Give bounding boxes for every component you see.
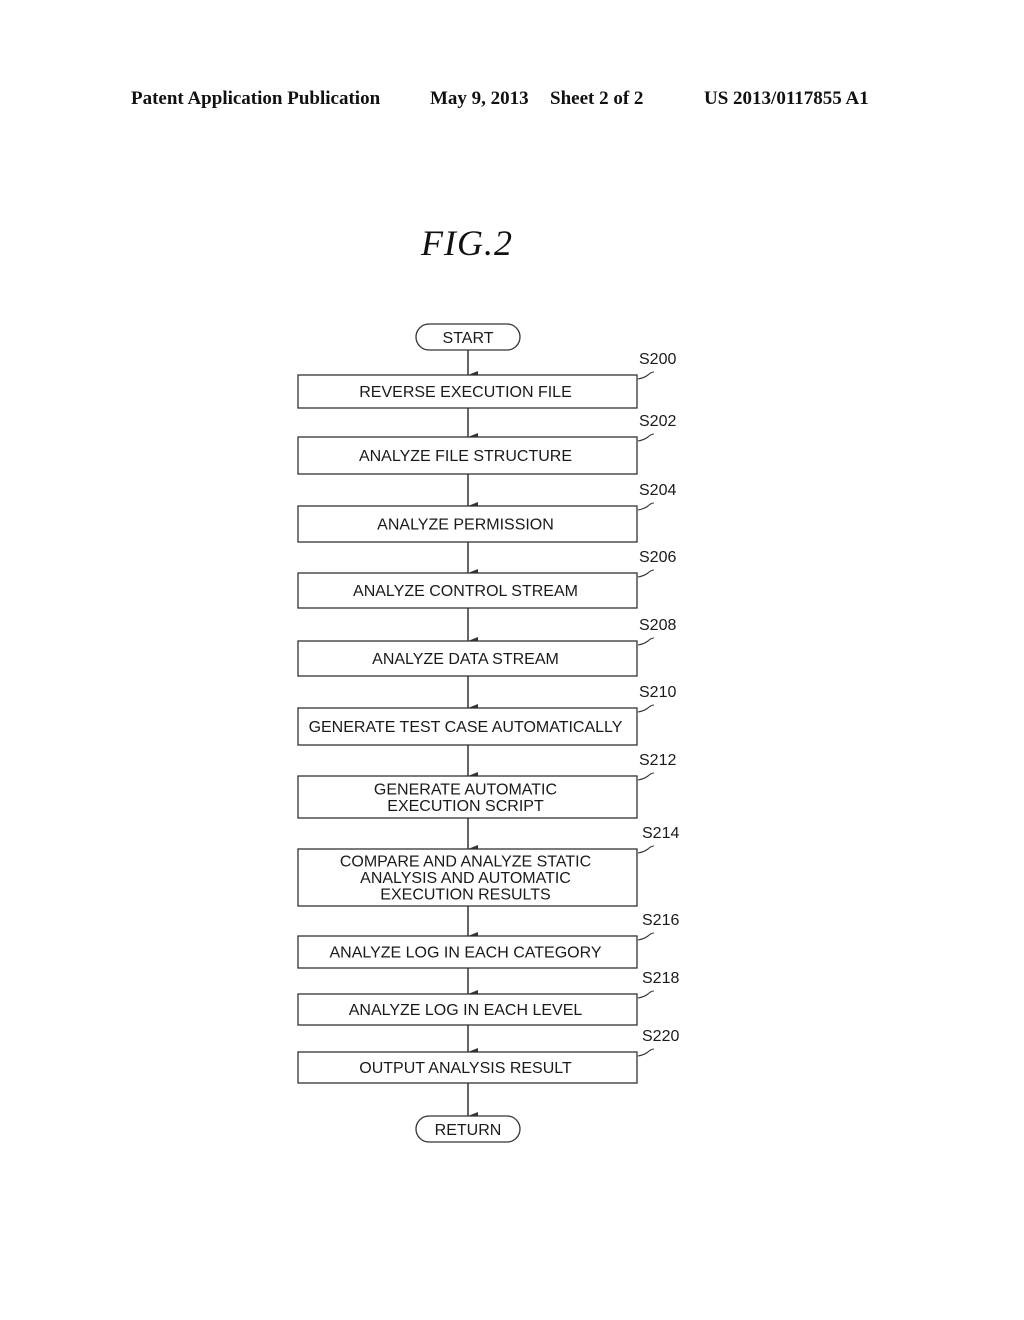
step-ref-s206: S206 [639,549,676,566]
step-text: COMPARE AND ANALYZE STATIC [340,854,591,871]
return-terminal-label: RETURN [435,1122,502,1139]
step-text: ANALYZE FILE STRUCTURE [359,448,572,465]
ref-leader [637,990,655,999]
step-text: GENERATE TEST CASE AUTOMATICALLY [309,719,623,736]
start-terminal-label: START [443,330,494,347]
ref-leader [637,569,655,578]
step-ref-s220: S220 [642,1028,679,1045]
ref-leader [637,371,655,380]
step-text: EXECUTION RESULTS [380,887,550,904]
ref-leader [637,772,655,781]
step-text: ANALYZE CONTROL STREAM [353,583,578,600]
ref-leader [637,433,655,442]
step-ref-s204: S204 [639,482,676,499]
step-text: ANALYZE PERMISSION [377,517,554,534]
step-ref-s208: S208 [639,617,676,634]
step-ref-s210: S210 [639,684,676,701]
step-ref-s200: S200 [639,351,676,368]
step-ref-s216: S216 [642,912,679,929]
step-text: ANALYZE LOG IN EACH LEVEL [349,1002,583,1019]
step-text: EXECUTION SCRIPT [387,798,544,815]
step-text: GENERATE AUTOMATIC [374,781,557,798]
ref-leader [637,704,655,713]
step-ref-s212: S212 [639,752,676,769]
ref-leader [637,932,655,941]
step-text: ANALYZE LOG IN EACH CATEGORY [329,945,601,962]
ref-leader [637,637,655,646]
ref-leader [637,845,655,854]
ref-leader [637,1048,655,1057]
flowchart: START REVERSE EXECUTION FILE S200 ANALYZE F… [297,323,679,1143]
step-text: REVERSE EXECUTION FILE [359,384,572,401]
step-ref-s218: S218 [642,970,679,987]
step-ref-s202: S202 [639,413,676,430]
step-text: ANALYSIS AND AUTOMATIC [360,870,571,887]
step-text: ANALYZE DATA STREAM [372,651,559,668]
ref-leader [637,502,655,511]
step-ref-s214: S214 [642,825,679,842]
step-text: OUTPUT ANALYSIS RESULT [359,1060,572,1077]
